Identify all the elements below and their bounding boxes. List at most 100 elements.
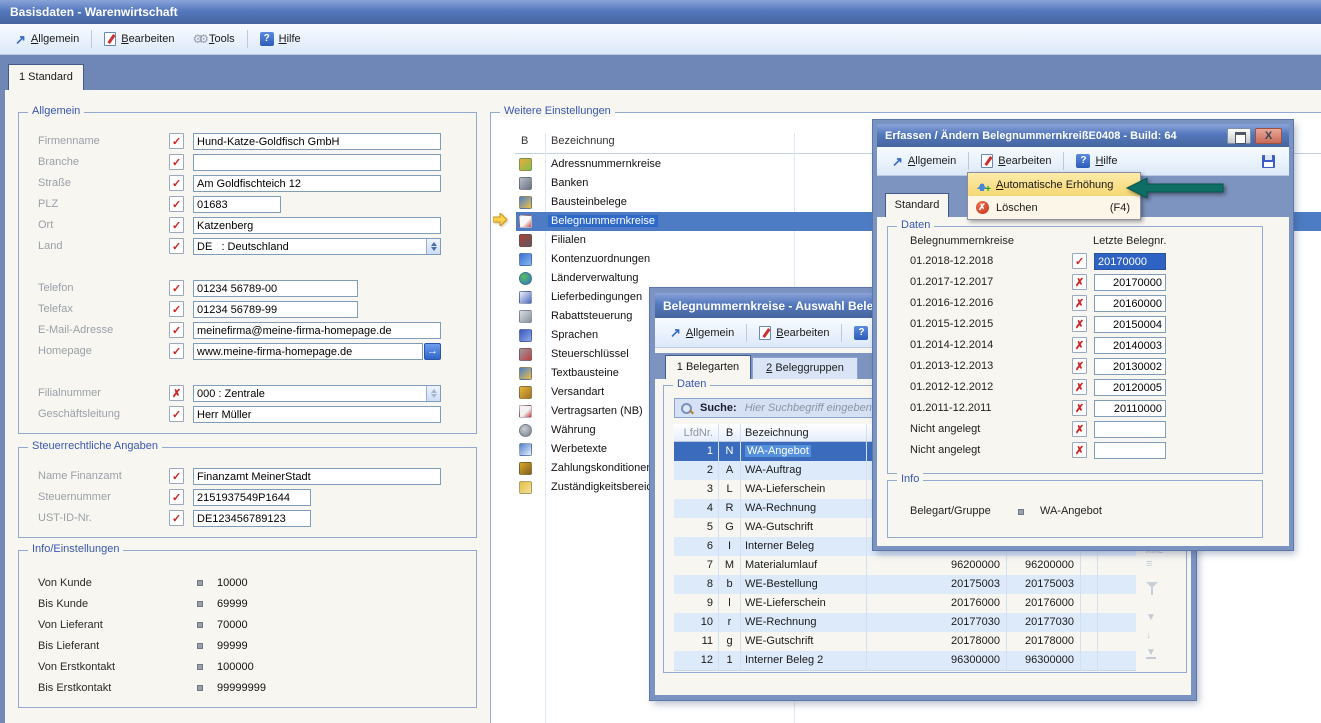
doc-cross-icon[interactable] xyxy=(1072,295,1087,311)
languages-icon xyxy=(519,329,532,342)
menu-hilfe[interactable]: Hilfe xyxy=(251,24,310,54)
list-lines-icon[interactable]: ≡ xyxy=(1146,558,1153,570)
field-input[interactable] xyxy=(193,280,358,297)
doc-cross-icon[interactable] xyxy=(1072,316,1087,332)
doc-check-icon[interactable] xyxy=(169,468,184,484)
column-header-b[interactable]: B xyxy=(719,424,741,441)
cell-spacer xyxy=(1081,556,1098,575)
doc-check-icon[interactable] xyxy=(169,510,184,526)
doc-check-icon[interactable] xyxy=(169,322,184,338)
move-bottom-icon[interactable]: ▼ xyxy=(1146,648,1156,659)
field-input[interactable] xyxy=(193,133,441,150)
table-row[interactable]: 12 1 Interner Beleg 2 96300000 96300000 xyxy=(674,651,1136,670)
doc-cross-icon[interactable] xyxy=(1072,337,1087,353)
tab-standard[interactable]: Standard xyxy=(885,193,949,217)
menu-bearbeiten[interactable]: Bearbeiten xyxy=(95,24,183,54)
cell-spacer xyxy=(1081,575,1098,594)
menu-tools[interactable]: Tools xyxy=(183,24,243,54)
menu-bearbeiten[interactable]: Bearbeiten xyxy=(750,318,838,347)
groupbox-allgemein: Allgemein Firmenname Branche xyxy=(18,112,477,434)
field-input[interactable] xyxy=(193,238,441,255)
table-row[interactable]: 7 M Materialumlauf 96200000 96200000 xyxy=(674,556,1136,575)
field-input[interactable] xyxy=(193,385,441,402)
column-header-b[interactable]: B xyxy=(521,135,528,147)
field-input[interactable] xyxy=(193,343,423,360)
menu-item-loeschen[interactable]: Löschen (F4) xyxy=(968,196,1140,219)
tab-beleggruppen[interactable]: 2 Beleggruppen xyxy=(752,357,858,379)
bullet-icon xyxy=(197,601,203,607)
doc-cross-icon[interactable] xyxy=(1072,379,1087,395)
belegnr-input[interactable] xyxy=(1094,358,1166,375)
cell-bezeichnung: Interner Beleg xyxy=(741,537,867,556)
menu-allgemein[interactable]: Allgemein xyxy=(6,24,88,54)
menu-bearbeiten[interactable]: Bearbeiten xyxy=(972,147,1060,175)
cell-spacer xyxy=(1081,613,1098,632)
save-disk-icon[interactable] xyxy=(1262,155,1275,168)
table-row[interactable]: 11 g WE-Gutschrift 20178000 20178000 xyxy=(674,632,1136,651)
doc-check-icon[interactable] xyxy=(169,133,184,149)
belegnr-input-wrap xyxy=(1094,400,1166,417)
menu-allgemein[interactable]: Allgemein xyxy=(883,147,965,175)
doc-check-icon[interactable] xyxy=(169,343,184,359)
spinner-icon[interactable] xyxy=(426,239,440,254)
belegnummern-row: 01.2012-12.2012 xyxy=(888,379,1262,395)
menu-hilfe[interactable]: Hilfe xyxy=(1067,147,1126,175)
filter-funnel-icon[interactable] xyxy=(1146,582,1158,588)
belegnr-input[interactable] xyxy=(1094,379,1166,396)
doc-cross-icon[interactable] xyxy=(169,385,184,401)
menu-item-automatische-erhoehung[interactable]: + Automatische Erhöhung xyxy=(968,173,1140,196)
close-window-icon[interactable] xyxy=(1255,128,1282,144)
move-down-icon[interactable]: ↓ xyxy=(1146,630,1151,641)
field-input[interactable] xyxy=(193,322,441,339)
doc-check-icon[interactable] xyxy=(169,154,184,170)
belegnr-input[interactable] xyxy=(1094,274,1166,291)
doc-cross-icon[interactable] xyxy=(1072,274,1087,290)
table-row[interactable]: 8 b WE-Bestellung 20175003 20175003 xyxy=(674,575,1136,594)
doc-check-icon[interactable] xyxy=(1072,253,1087,269)
restore-window-icon[interactable] xyxy=(1227,128,1251,144)
field-input[interactable] xyxy=(193,489,311,506)
doc-check-icon[interactable] xyxy=(169,238,184,254)
column-header-lfdnr[interactable]: LfdNr. xyxy=(674,424,719,441)
field-input[interactable] xyxy=(193,301,358,318)
belegnr-input[interactable] xyxy=(1094,253,1166,270)
field-input[interactable] xyxy=(193,406,441,423)
tab-belegarten[interactable]: 1 Belegarten xyxy=(665,355,751,379)
doc-check-icon[interactable] xyxy=(169,196,184,212)
field-input[interactable] xyxy=(193,217,441,234)
table-row[interactable]: 10 r WE-Rechnung 20177030 20177030 xyxy=(674,613,1136,632)
doc-cross-icon[interactable] xyxy=(1072,358,1087,374)
form-field-row: E-Mail-Adresse xyxy=(19,322,476,338)
field-input[interactable] xyxy=(193,196,281,213)
open-homepage-button[interactable] xyxy=(424,343,441,360)
field-label: PLZ xyxy=(38,198,58,210)
field-input-wrap xyxy=(193,280,358,297)
field-input[interactable] xyxy=(193,154,441,171)
spinner-icon[interactable] xyxy=(426,386,440,401)
tab-standard[interactable]: 1 Standard xyxy=(8,64,84,90)
doc-check-icon[interactable] xyxy=(169,489,184,505)
scroll-down-icon[interactable]: ▼ xyxy=(1146,612,1156,623)
belegnr-input[interactable] xyxy=(1094,421,1166,438)
field-input[interactable] xyxy=(193,468,441,485)
belegnr-input[interactable] xyxy=(1094,442,1166,459)
doc-cross-icon[interactable] xyxy=(1072,421,1087,437)
belegnr-input[interactable] xyxy=(1094,295,1166,312)
belegnr-input[interactable] xyxy=(1094,400,1166,417)
menu-allgemein[interactable]: Allgemein xyxy=(661,318,743,347)
doc-cross-icon[interactable] xyxy=(1072,400,1087,416)
doc-check-icon[interactable] xyxy=(169,280,184,296)
doc-check-icon[interactable] xyxy=(169,175,184,191)
menu-separator xyxy=(91,30,92,48)
table-row[interactable]: 9 l WE-Lieferschein 20176000 20176000 xyxy=(674,594,1136,613)
doc-cross-icon[interactable] xyxy=(1072,442,1087,458)
field-input[interactable] xyxy=(193,175,441,192)
column-header-bezeichnung[interactable]: Bezeichnung xyxy=(551,135,615,147)
doc-check-icon[interactable] xyxy=(169,406,184,422)
doc-check-icon[interactable] xyxy=(169,301,184,317)
field-input[interactable] xyxy=(193,510,311,527)
belegnr-input[interactable] xyxy=(1094,337,1166,354)
column-header-bezeichnung[interactable]: Bezeichnung xyxy=(741,424,867,441)
doc-check-icon[interactable] xyxy=(169,217,184,233)
belegnr-input[interactable] xyxy=(1094,316,1166,333)
